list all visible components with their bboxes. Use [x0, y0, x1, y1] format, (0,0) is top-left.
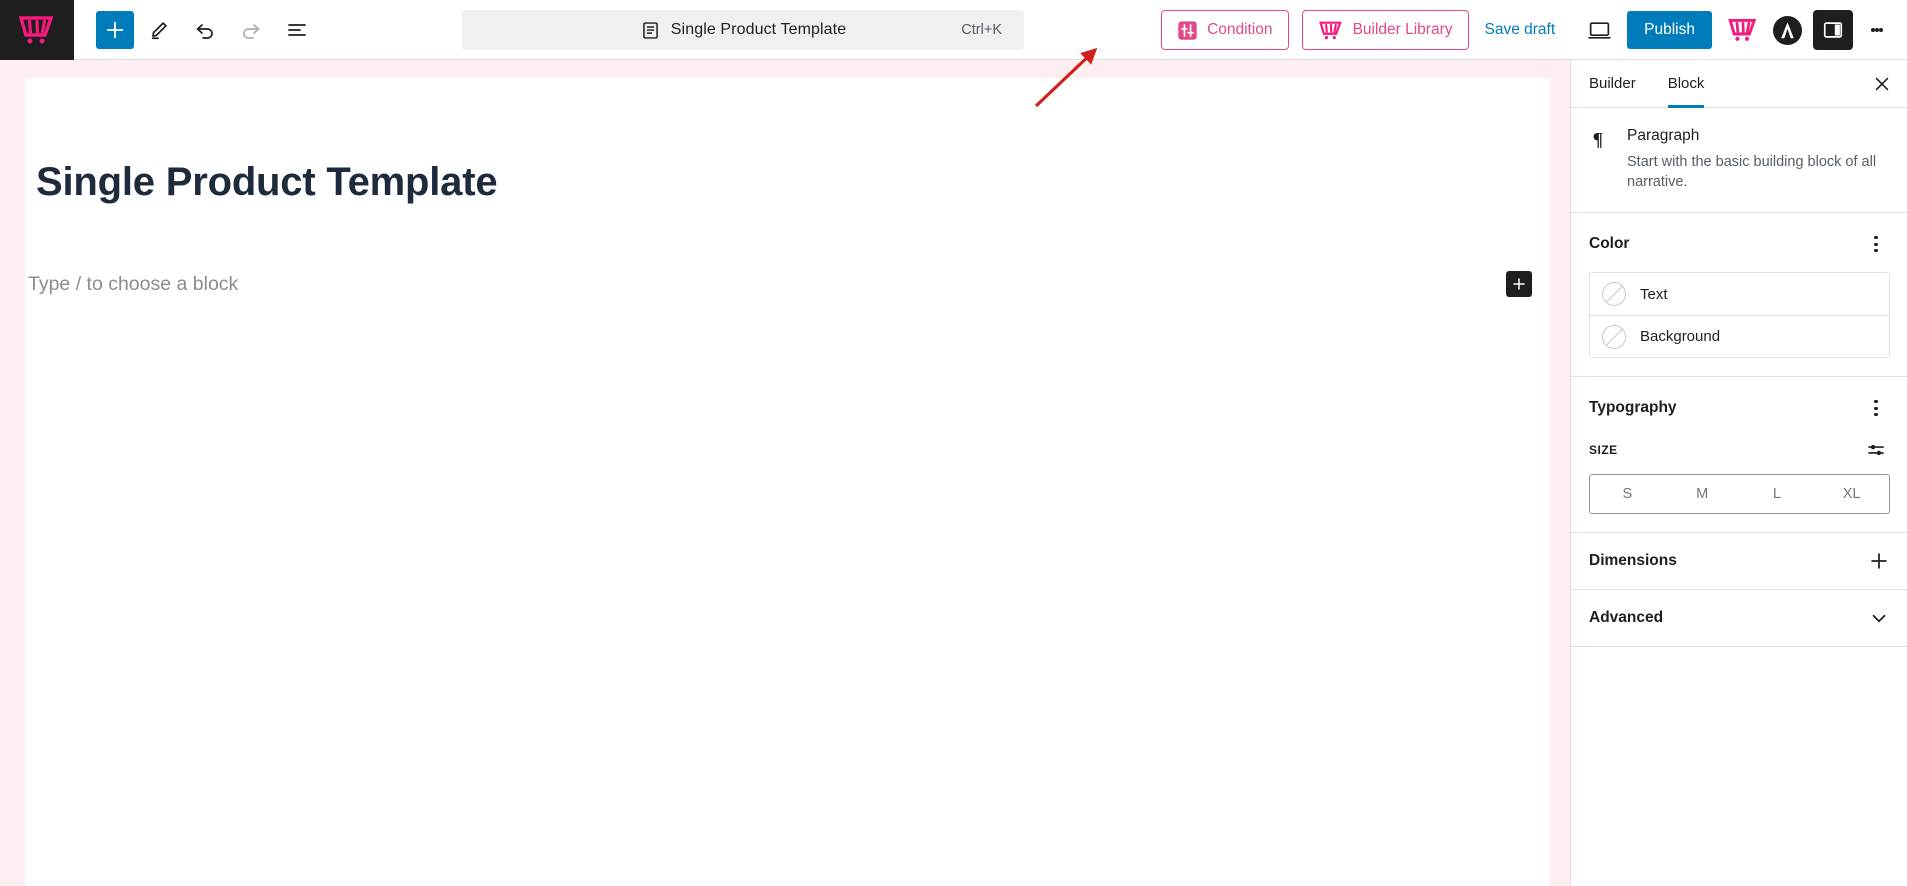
no-color-swatch-icon	[1602, 282, 1626, 307]
redo-button[interactable]	[230, 9, 272, 51]
astra-a-logo	[1772, 15, 1802, 45]
kebab-menu-icon	[1879, 28, 1883, 32]
document-title: Single Product Template	[670, 21, 847, 38]
block-info-description: Start with the basic building block of a…	[1627, 154, 1877, 190]
template-document-icon	[642, 21, 658, 39]
font-size-m[interactable]: M	[1665, 475, 1740, 513]
color-panel: Color Text Background	[1571, 213, 1907, 378]
pencil-icon	[151, 21, 167, 39]
color-option-label: Background	[1640, 328, 1721, 346]
more-options-button[interactable]	[1857, 8, 1897, 52]
plus-icon	[106, 21, 124, 38]
add-block-toggle-button[interactable]	[96, 10, 134, 49]
kebab-menu-icon	[1874, 242, 1878, 246]
page-title[interactable]: Single Product Template	[36, 160, 498, 205]
font-size-selector: S M L XL	[1589, 474, 1890, 515]
preview-button[interactable]	[1577, 8, 1621, 52]
inline-add-block-button[interactable]	[1506, 271, 1532, 297]
dimensions-panel[interactable]: Dimensions	[1571, 533, 1907, 591]
tab-builder[interactable]: Builder	[1573, 60, 1652, 107]
advanced-panel-title: Advanced	[1589, 609, 1664, 627]
typography-panel-options-button[interactable]	[1862, 394, 1890, 422]
publish-button[interactable]: Publish	[1627, 11, 1712, 49]
dimensions-panel-title: Dimensions	[1589, 552, 1677, 570]
plus-icon[interactable]	[1868, 550, 1890, 572]
plus-icon	[1513, 278, 1525, 290]
typography-panel: Typography SIZE S M L XL	[1571, 377, 1907, 534]
no-color-swatch-icon	[1602, 324, 1626, 349]
save-draft-button[interactable]: Save draft	[1485, 21, 1556, 39]
desktop-preview-icon	[1587, 21, 1611, 39]
font-size-label: SIZE	[1589, 443, 1618, 458]
color-panel-options-button[interactable]	[1862, 230, 1890, 258]
editor-canvas-frame: Single Product Template Type / to choose…	[0, 60, 1570, 886]
tools-edit-button[interactable]	[138, 9, 180, 51]
undo-button[interactable]	[184, 9, 226, 51]
list-view-button[interactable]	[276, 9, 318, 51]
color-option-text[interactable]: Text	[1590, 273, 1889, 316]
list-view-icon	[288, 23, 306, 36]
block-placeholder-text[interactable]: Type / to choose a block	[28, 273, 238, 296]
color-option-background[interactable]: Background	[1590, 315, 1889, 358]
woo-cart-logo	[1728, 18, 1757, 41]
editor-toolbar: Single Product Template Ctrl+K Condition	[0, 0, 1907, 60]
editor-canvas-page[interactable]: Single Product Template Type / to choose…	[25, 78, 1550, 886]
kebab-menu-icon	[1874, 248, 1878, 253]
font-size-settings-button[interactable]	[1862, 436, 1890, 464]
block-info-title: Paragraph	[1627, 127, 1700, 144]
svg-text:¶: ¶	[1593, 129, 1603, 150]
font-size-l[interactable]: L	[1740, 475, 1815, 513]
woo-cart-logo	[18, 15, 54, 43]
undo-arrow-icon	[196, 23, 213, 39]
color-options-list: Text Background	[1589, 272, 1890, 359]
settings-sidebar: Builder Block ¶ Paragraph Start with the…	[1570, 60, 1907, 886]
typography-panel-title: Typography	[1589, 399, 1677, 417]
color-option-label: Text	[1640, 285, 1668, 303]
font-size-s[interactable]: S	[1590, 475, 1665, 513]
astra-logo-button[interactable]	[1765, 8, 1809, 52]
tab-block[interactable]: Block	[1652, 60, 1721, 108]
kebab-menu-icon	[1874, 236, 1878, 240]
chevron-down-icon[interactable]	[1868, 607, 1890, 629]
advanced-panel[interactable]: Advanced	[1571, 590, 1907, 648]
condition-button-label: Condition	[1207, 21, 1273, 38]
builder-library-button[interactable]: Builder Library	[1301, 10, 1469, 50]
kebab-menu-icon	[1874, 400, 1878, 404]
redo-arrow-icon	[243, 23, 260, 39]
font-size-xl[interactable]: XL	[1814, 475, 1889, 513]
kebab-menu-icon	[1874, 406, 1878, 410]
woo-cart-logo	[1318, 21, 1342, 39]
paragraph-pilcrow-icon: ¶	[1589, 127, 1613, 192]
document-title-bar[interactable]: Single Product Template Ctrl+K	[462, 10, 1024, 50]
condition-button[interactable]: Condition	[1161, 10, 1289, 50]
color-panel-title: Color	[1589, 235, 1630, 253]
sidebar-tabs: Builder Block	[1571, 60, 1907, 108]
editor-root: Single Product Template Ctrl+K Condition	[0, 0, 1907, 886]
kebab-menu-icon	[1874, 412, 1878, 417]
close-sidebar-button[interactable]	[1863, 65, 1901, 103]
woo-logo-tile[interactable]	[0, 0, 74, 60]
size-sliders-icon	[1868, 445, 1884, 456]
toolbar-right-actions: Condition Builder Library Save draft Pub…	[1161, 0, 1897, 60]
builder-library-label: Builder Library	[1352, 21, 1453, 38]
close-x-icon	[1875, 77, 1889, 90]
toolbar-tools	[74, 9, 318, 51]
settings-sidebar-toggle[interactable]	[1813, 10, 1853, 50]
sliders-icon	[1178, 20, 1197, 40]
brand-logo-button[interactable]	[1721, 8, 1765, 52]
command-shortcut: Ctrl+K	[961, 22, 1002, 38]
sidebar-panel-icon	[1823, 22, 1843, 38]
block-info-card: ¶ Paragraph Start with the basic buildin…	[1571, 108, 1907, 214]
